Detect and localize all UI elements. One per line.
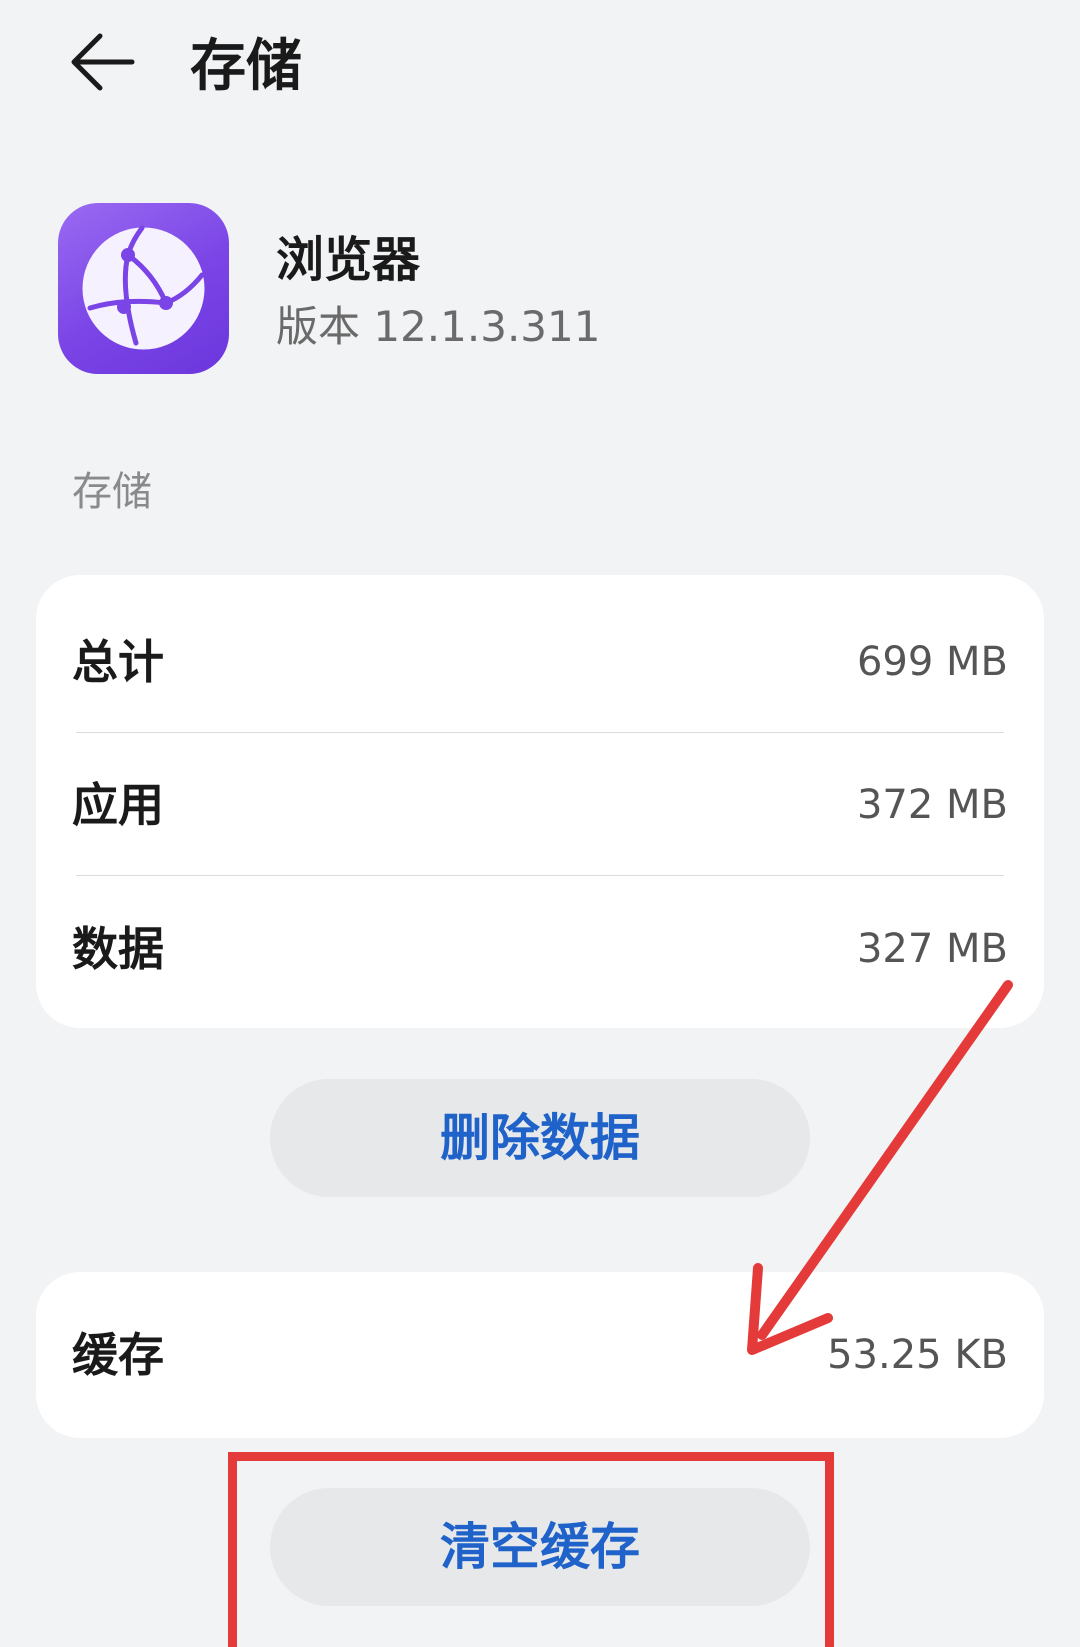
- row-label: 数据: [72, 922, 164, 976]
- storage-row-data: 数据 327 MB: [36, 877, 1044, 1021]
- back-button[interactable]: [60, 22, 150, 112]
- cache-card: 缓存 53.25 KB: [36, 1272, 1044, 1438]
- cache-value: 53.25 KB: [827, 1332, 1008, 1378]
- browser-globe-icon: [58, 203, 229, 374]
- annotation-highlight-box: [228, 1452, 834, 1647]
- cache-label: 缓存: [72, 1328, 164, 1382]
- delete-data-button[interactable]: 删除数据: [270, 1079, 810, 1197]
- divider: [76, 875, 1004, 876]
- section-label: 存储: [72, 469, 152, 515]
- row-value: 699 MB: [856, 639, 1008, 685]
- page-title: 存储: [190, 34, 302, 99]
- storage-row-app: 应用 372 MB: [36, 733, 1044, 877]
- storage-row-total: 总计 699 MB: [36, 590, 1044, 734]
- arrow-left-icon: [71, 33, 135, 91]
- row-value: 372 MB: [856, 782, 1008, 828]
- app-version: 版本 12.1.3.311: [276, 302, 601, 351]
- app-name: 浏览器: [276, 232, 421, 288]
- row-label: 总计: [72, 635, 164, 689]
- row-value: 327 MB: [856, 926, 1008, 972]
- storage-card: 总计 699 MB 应用 372 MB 数据 327 MB: [36, 575, 1044, 1028]
- row-label: 应用: [72, 778, 164, 832]
